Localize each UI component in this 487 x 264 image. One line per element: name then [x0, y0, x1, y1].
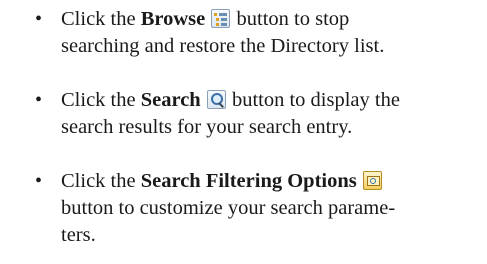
list-item: • Click the Browse button to stop search… — [0, 6, 487, 66]
list-item: • Click the Search Filtering Options but… — [0, 168, 487, 258]
text-line: Click the Search Filtering Options — [61, 168, 481, 195]
bullet-marker: • — [35, 8, 43, 30]
bullet-marker: • — [35, 89, 43, 111]
text-line: Click the Search button to display the — [61, 87, 481, 114]
text-prefix: Click the — [61, 8, 141, 30]
term-search: Search — [140, 89, 201, 111]
list-item: • Click the Search button to display the… — [0, 87, 487, 147]
text-line: Click the Browse button to stop — [61, 6, 481, 33]
text-prefix: Click the — [61, 89, 141, 111]
bullet-marker: • — [35, 170, 43, 192]
text-prefix: Click the — [61, 170, 141, 192]
text-line: search results for your search entry. — [61, 116, 353, 138]
text-line: ters. — [61, 224, 96, 246]
search-filter-icon — [362, 171, 382, 190]
text-line: button to customize your search parame- — [61, 197, 396, 219]
text-rest: button to display the — [226, 89, 400, 111]
list-item-text: Click the Search Filtering Options butto… — [61, 168, 481, 249]
document-body: • Click the Browse button to stop search… — [0, 0, 487, 264]
text-rest: button to stop — [231, 8, 350, 30]
list-item-text: Click the Search button to display the s… — [61, 87, 481, 141]
browse-icon — [211, 9, 231, 28]
list-item-text: Click the Browse button to stop searchin… — [61, 6, 481, 60]
search-icon — [206, 90, 226, 109]
term-browse: Browse — [140, 8, 206, 30]
text-line: searching and restore the Directory list… — [61, 35, 385, 57]
term-search-filtering-options: Search Filtering Options — [140, 170, 357, 192]
